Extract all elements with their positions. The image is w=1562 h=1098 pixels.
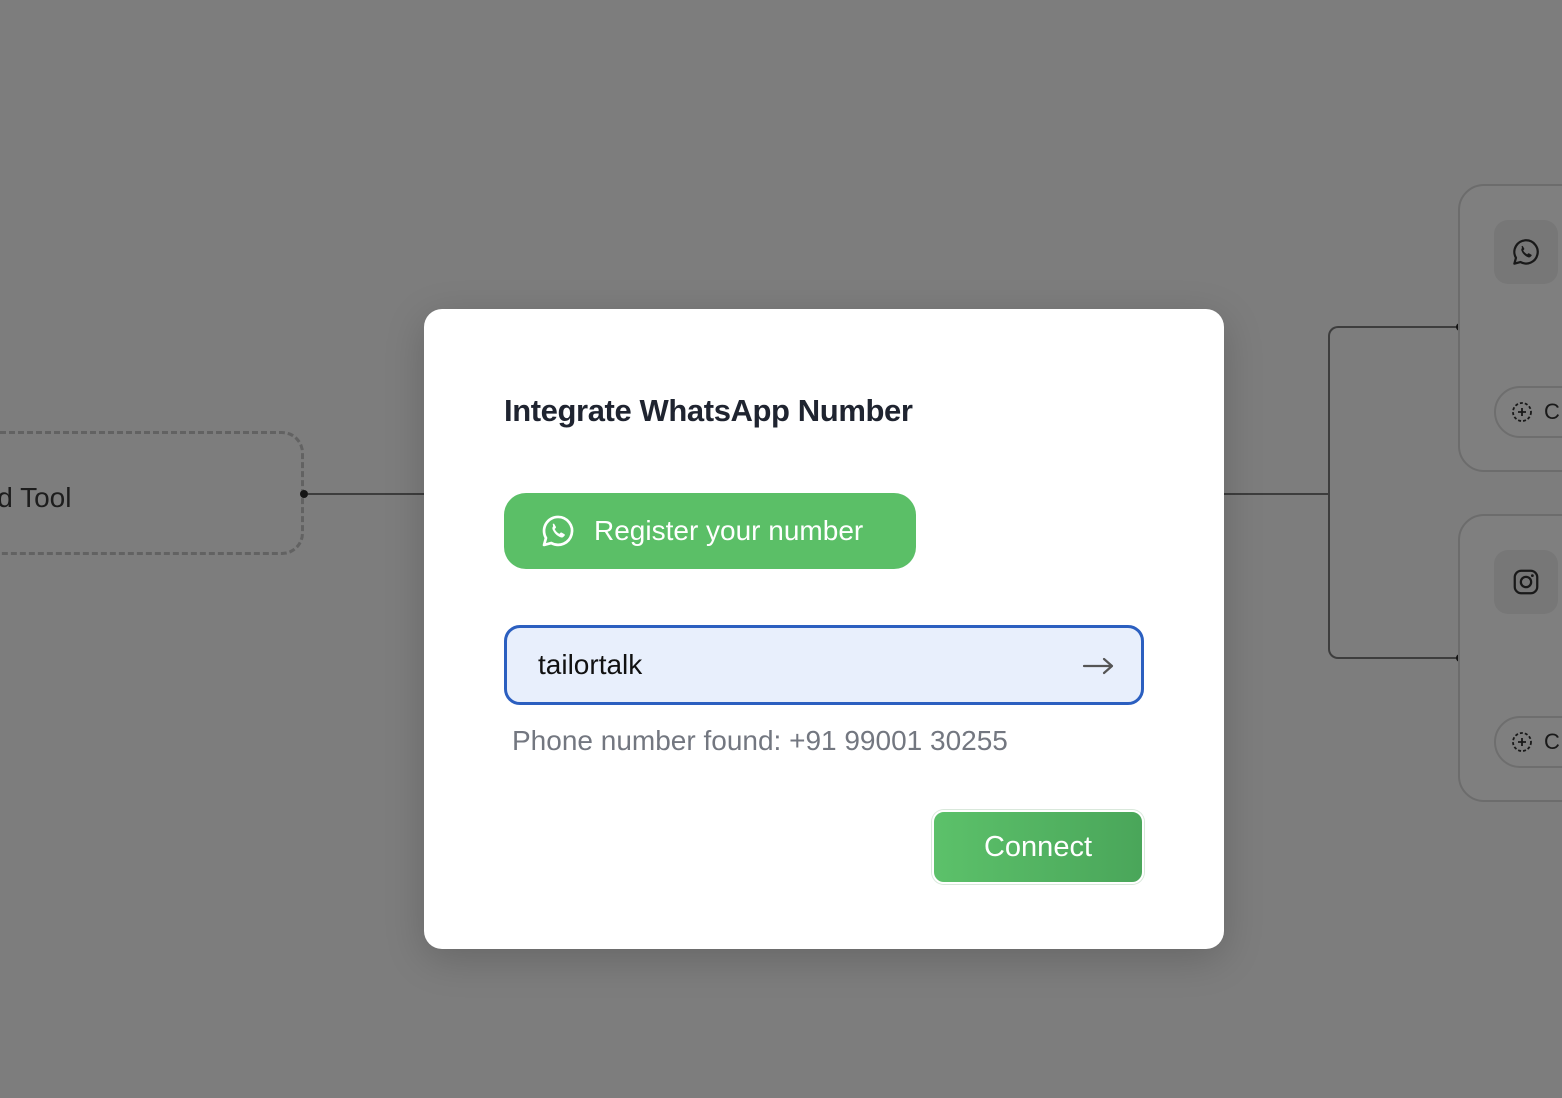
phone-found-status: Phone number found: +91 99001 30255 bbox=[512, 725, 1008, 756]
dialog-title: Integrate WhatsApp Number bbox=[504, 393, 913, 428]
connect-button[interactable]: Connect bbox=[932, 810, 1144, 884]
integrate-whatsapp-dialog: Integrate WhatsApp Number Register your … bbox=[424, 309, 1224, 949]
register-number-button[interactable]: Register your number bbox=[504, 493, 916, 569]
arrow-right-icon[interactable] bbox=[1077, 644, 1121, 688]
account-name-input[interactable] bbox=[507, 627, 1080, 703]
account-name-field bbox=[504, 625, 1144, 705]
register-button-label: Register your number bbox=[594, 515, 864, 546]
whatsapp-icon bbox=[540, 513, 576, 549]
